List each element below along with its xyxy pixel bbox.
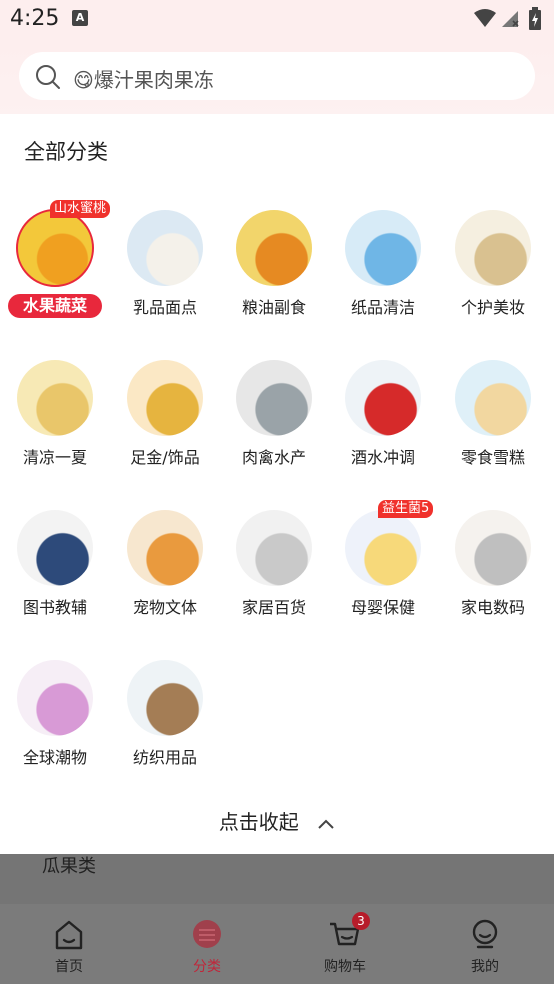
promo-tag: 益生菌5 <box>378 500 434 518</box>
category-item[interactable]: 个护美妆 <box>438 210 548 330</box>
tab-profile-label: 我的 <box>471 959 499 975</box>
search-icon <box>36 65 60 89</box>
category-image <box>127 360 203 436</box>
tab-home[interactable]: 首页 <box>14 916 124 976</box>
category-image <box>17 510 93 586</box>
category-image <box>16 209 94 287</box>
category-image <box>345 210 421 286</box>
category-item[interactable]: 清凉一夏 <box>0 360 110 480</box>
wifi-icon <box>474 9 496 27</box>
tab-cart-label: 购物车 <box>324 959 366 975</box>
category-image <box>345 510 421 586</box>
category-item[interactable]: 零食雪糕 <box>438 360 548 480</box>
category-image <box>236 210 312 286</box>
category-label: 水果蔬菜 <box>8 294 102 318</box>
category-item[interactable]: 图书教辅 <box>0 510 110 630</box>
category-image <box>17 360 93 436</box>
category-label: 母婴保健 <box>350 598 415 617</box>
category-item[interactable]: 益生菌5 母婴保健 <box>328 500 438 630</box>
behind-list-item: 瓜果类 <box>42 856 96 877</box>
status-bar: 4:25 A <box>0 0 554 38</box>
category-image <box>127 510 203 586</box>
category-item[interactable]: 粮油副食 <box>219 210 329 330</box>
status-time: 4:25 <box>10 6 60 31</box>
category-item[interactable]: 肉禽水产 <box>219 360 329 480</box>
category-item[interactable]: 宠物文体 <box>110 510 220 630</box>
category-label: 纸品清洁 <box>350 298 415 317</box>
category-item[interactable]: 足金/饰品 <box>110 360 220 480</box>
category-label: 个护美妆 <box>460 298 525 317</box>
search-placeholder: 😋爆汁果肉果冻 <box>73 68 214 92</box>
category-label: 纺织用品 <box>132 748 197 767</box>
category-item[interactable]: 家电数码 <box>438 510 548 630</box>
category-image <box>127 660 203 736</box>
category-image <box>455 510 531 586</box>
category-image <box>236 360 312 436</box>
category-image <box>17 660 93 736</box>
category-label: 零食雪糕 <box>460 448 525 467</box>
category-label: 足金/饰品 <box>130 448 200 467</box>
category-icon <box>193 920 221 948</box>
category-image <box>236 510 312 586</box>
tab-category-label: 分类 <box>193 959 221 975</box>
category-label: 家居百货 <box>241 598 306 617</box>
category-image <box>455 360 531 436</box>
promo-tag: 山水蜜桃 <box>50 200 111 218</box>
category-panel: 全部分类 山水蜜桃 水果蔬菜 乳品面点 粮油副食 纸品清洁 个护美妆 清凉一夏 足金/饰品 肉禽… <box>0 114 554 854</box>
tab-cart[interactable]: 3 购物车 <box>290 912 400 976</box>
category-label: 图书教辅 <box>22 598 87 617</box>
cart-badge: 3 <box>352 912 370 930</box>
category-label: 乳品面点 <box>132 298 197 317</box>
category-label: 全球潮物 <box>22 748 87 767</box>
category-label: 肉禽水产 <box>241 448 306 467</box>
category-image <box>345 360 421 436</box>
tab-home-label: 首页 <box>55 959 83 975</box>
search-bar[interactable]: 😋爆汁果肉果冻 <box>19 52 535 100</box>
category-label: 粮油副食 <box>241 298 306 317</box>
category-item[interactable]: 纺织用品 <box>110 660 220 780</box>
collapse-label: 点击收起 <box>218 810 299 834</box>
category-label: 酒水冲调 <box>350 448 415 467</box>
category-item[interactable]: 家居百货 <box>219 510 329 630</box>
category-item[interactable]: 全球潮物 <box>0 660 110 780</box>
signal-icon <box>502 11 519 27</box>
bottom-tab-bar: 首页 分类 3 购物车 我的 <box>0 904 554 984</box>
collapse-button[interactable]: 点击收起 <box>0 806 554 835</box>
category-item[interactable]: 纸品清洁 <box>328 210 438 330</box>
profile-icon <box>472 919 498 949</box>
category-label: 家电数码 <box>460 598 525 617</box>
category-label: 清凉一夏 <box>22 448 87 467</box>
category-item[interactable]: 山水蜜桃水果蔬菜 <box>0 200 111 330</box>
home-icon <box>55 920 83 950</box>
category-image <box>127 210 203 286</box>
battery-charging-icon <box>529 7 541 30</box>
tab-category[interactable]: 分类 <box>152 916 262 976</box>
category-label: 宠物文体 <box>132 598 197 617</box>
category-item[interactable]: 乳品面点 <box>110 210 220 330</box>
tab-profile[interactable]: 我的 <box>430 916 540 976</box>
category-image <box>455 210 531 286</box>
notification-a-icon: A <box>72 10 88 26</box>
chevron-up-icon <box>318 819 334 829</box>
category-item[interactable]: 酒水冲调 <box>328 360 438 480</box>
panel-title: 全部分类 <box>24 140 108 164</box>
